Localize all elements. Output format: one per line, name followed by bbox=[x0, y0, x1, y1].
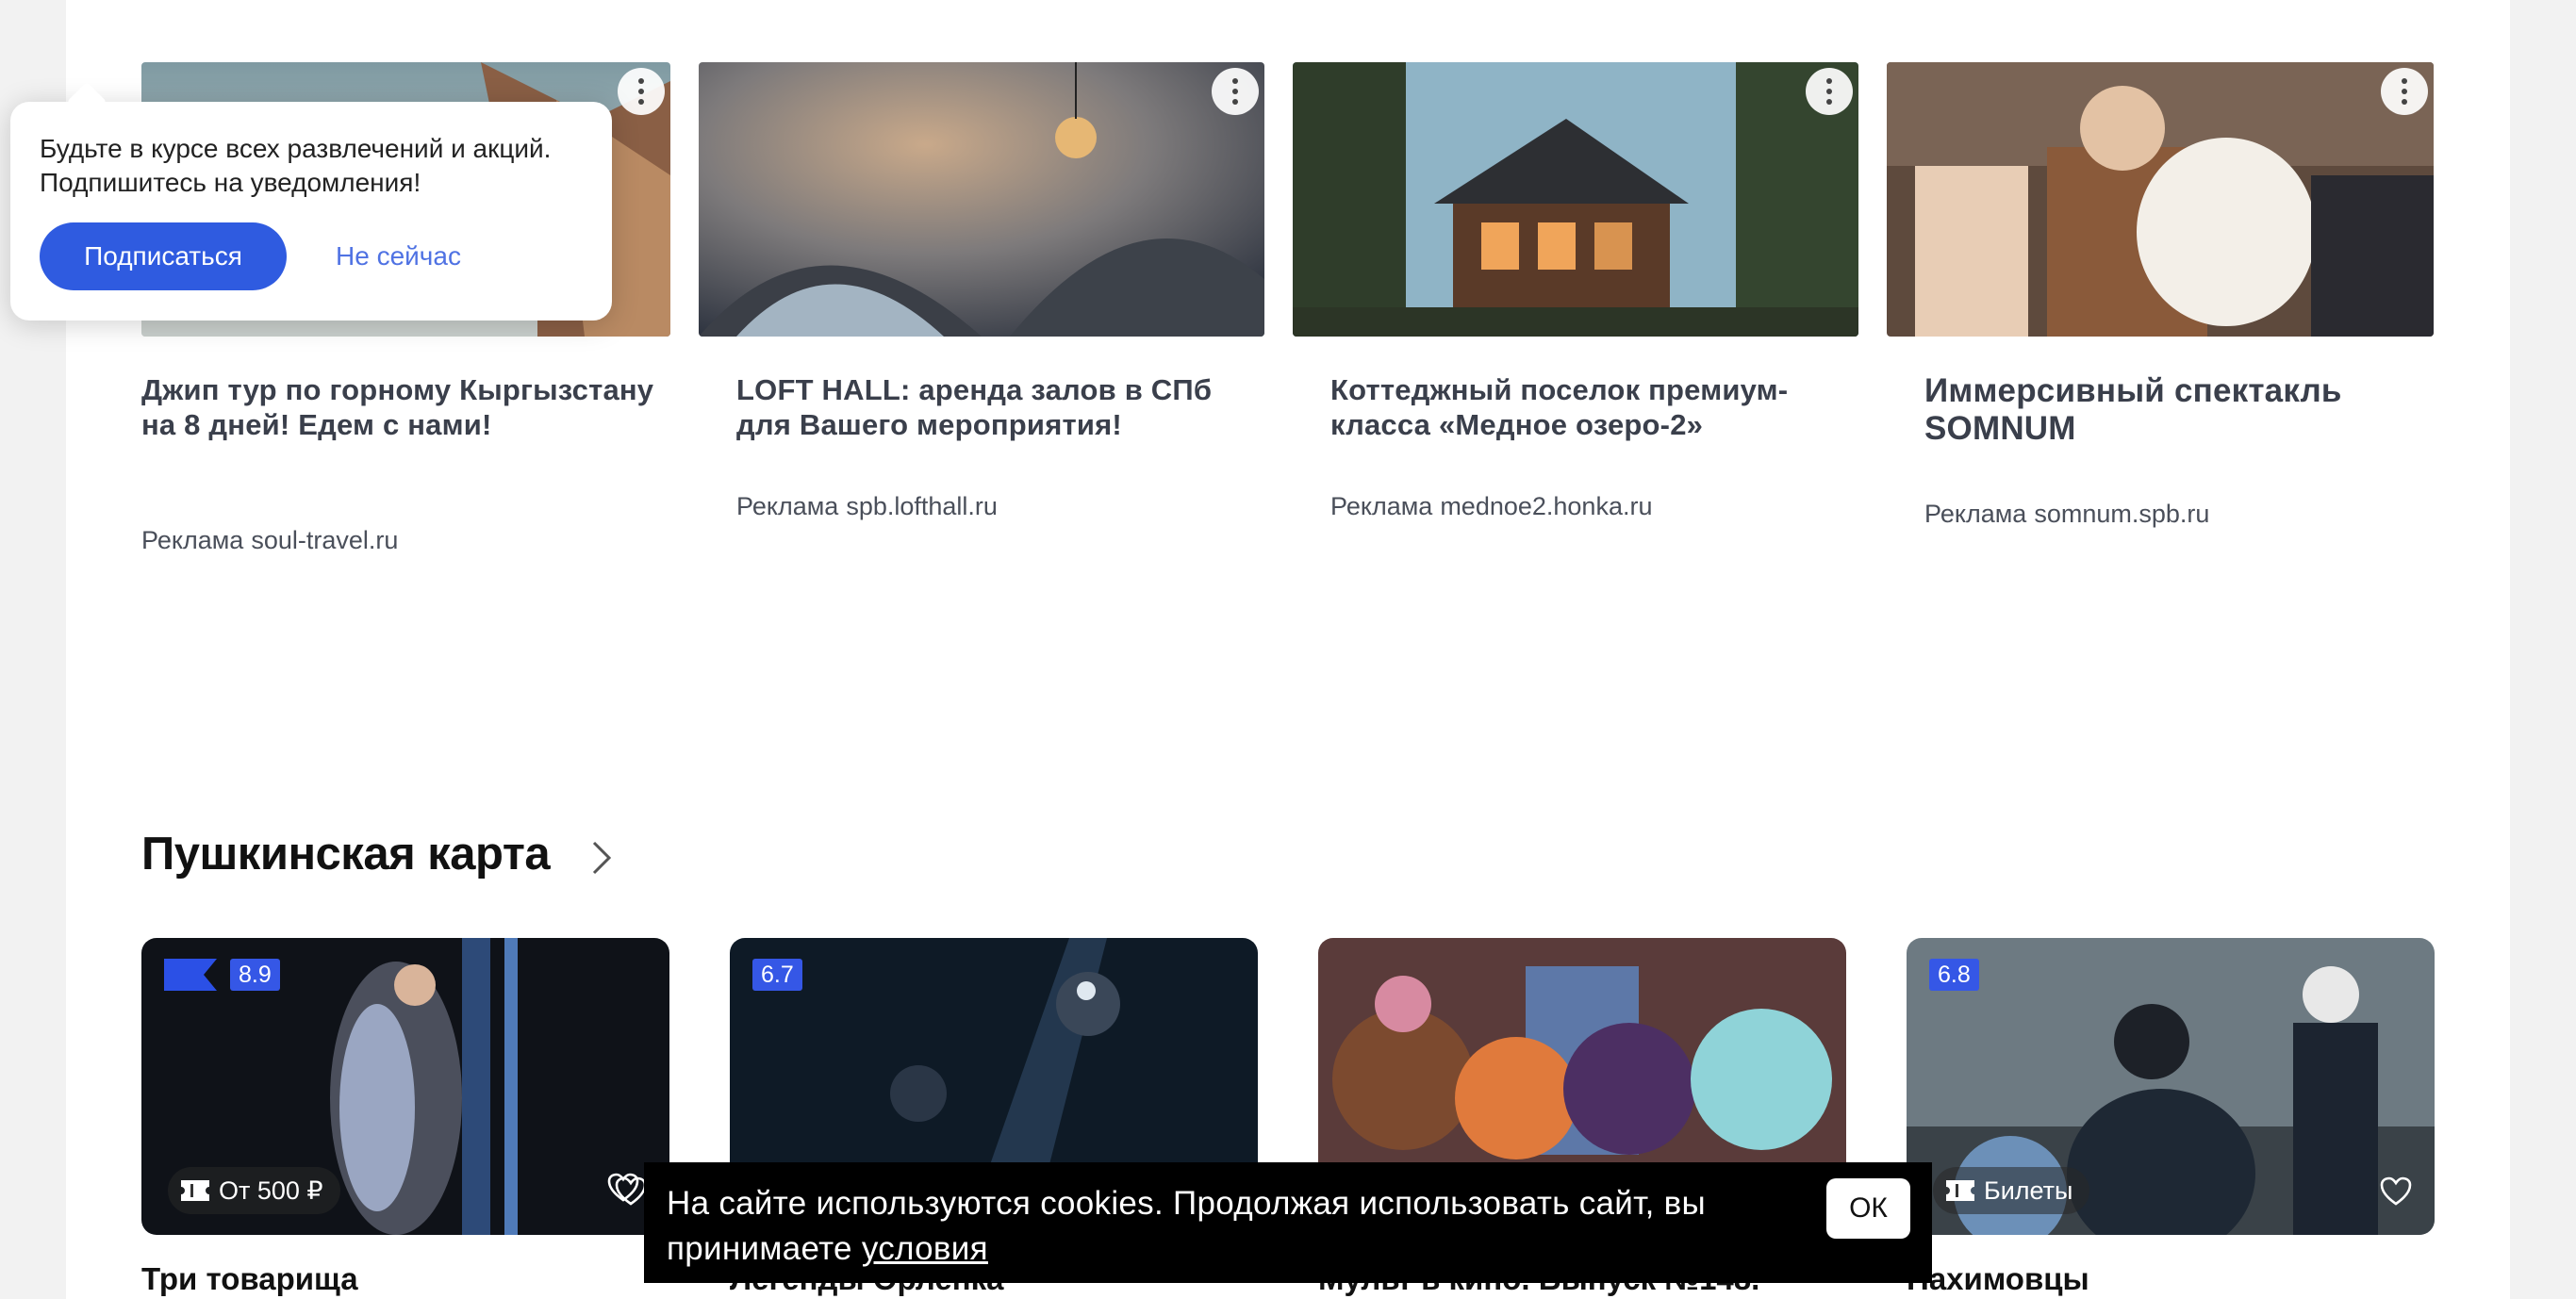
movie-title[interactable]: Три товарища bbox=[141, 1261, 358, 1297]
terms-link[interactable]: условия bbox=[862, 1230, 988, 1267]
ad-image[interactable] bbox=[1293, 62, 1858, 337]
movie-card[interactable]: 8.9 От 500 ₽ bbox=[141, 938, 669, 1235]
ad-source[interactable]: Реклама somnum.spb.ru bbox=[1924, 500, 2209, 529]
ticket-price: От 500 ₽ bbox=[219, 1176, 323, 1205]
cookie-message: На сайте используются cookies. Продолжая… bbox=[667, 1185, 1706, 1267]
rating-badge: 6.7 bbox=[752, 959, 802, 991]
ad-domain[interactable]: spb.lofthall.ru bbox=[846, 492, 998, 520]
ad-label: Реклама bbox=[1924, 500, 2027, 528]
ad-title[interactable]: Джип тур по горному Кыргызстану на 8 дне… bbox=[141, 372, 670, 442]
ad-title[interactable]: LOFT HALL: аренда залов в СПб для Вашего… bbox=[699, 372, 1264, 442]
notification-popup: Будьте в курсе всех развлечений и акций.… bbox=[10, 102, 612, 321]
ad-card[interactable]: LOFT HALL: аренда залов в СПб для Вашего… bbox=[699, 62, 1264, 520]
ticket-price-pill[interactable]: От 500 ₽ bbox=[168, 1167, 340, 1214]
ad-photo-cottage bbox=[1293, 62, 1858, 337]
subscribe-button[interactable]: Подписаться bbox=[40, 222, 287, 290]
tickets-label: Билеты bbox=[1984, 1176, 2073, 1205]
ticket-icon bbox=[1946, 1180, 1974, 1201]
tickets-pill[interactable]: Билеты bbox=[1933, 1167, 2090, 1214]
cookie-text: На сайте используются cookies. Продолжая… bbox=[667, 1181, 1723, 1272]
section-title[interactable]: Пушкинская карта bbox=[141, 828, 551, 880]
chevron-right-icon[interactable] bbox=[583, 837, 620, 879]
ad-source[interactable]: Реклама spb.lofthall.ru bbox=[736, 492, 998, 521]
movie-card[interactable]: 6.8 Билеты bbox=[1907, 938, 2435, 1235]
ad-label: Реклама bbox=[141, 526, 244, 554]
ad-image[interactable] bbox=[1887, 62, 2434, 337]
ad-photo-somnum bbox=[1887, 62, 2434, 337]
notification-text: Будьте в курсе всех развлечений и акций.… bbox=[40, 134, 552, 197]
ad-domain[interactable]: mednoe2.honka.ru bbox=[1440, 492, 1652, 520]
rating-badge: 8.9 bbox=[230, 959, 280, 991]
ad-source[interactable]: Реклама soul-travel.ru bbox=[141, 526, 398, 555]
more-options-icon[interactable] bbox=[1806, 68, 1853, 115]
ad-domain[interactable]: somnum.spb.ru bbox=[2034, 500, 2209, 528]
more-options-icon[interactable] bbox=[2381, 68, 2428, 115]
ad-title[interactable]: Коттеджный поселок премиум-класса «Медно… bbox=[1293, 372, 1858, 442]
favorite-heart-icon[interactable] bbox=[607, 1173, 639, 1203]
ticket-icon bbox=[181, 1180, 209, 1201]
ad-label: Реклама bbox=[736, 492, 839, 520]
ad-card[interactable]: Иммерсивный спектакль SOMNUM Реклама somn… bbox=[1887, 62, 2434, 528]
not-now-button[interactable]: Не сейчас bbox=[336, 241, 461, 271]
favorite-heart-icon[interactable] bbox=[2380, 1176, 2412, 1207]
ad-photo-loft-hall bbox=[699, 62, 1264, 337]
ad-card[interactable]: Коттеджный поселок премиум-класса «Медно… bbox=[1293, 62, 1858, 520]
movie-title[interactable]: Нахимовцы bbox=[1907, 1261, 2089, 1297]
more-options-icon[interactable] bbox=[1212, 68, 1259, 115]
cookie-banner: На сайте используются cookies. Продолжая… bbox=[644, 1162, 1932, 1283]
ad-image[interactable] bbox=[699, 62, 1264, 337]
rating-badge: 6.8 bbox=[1929, 959, 1979, 991]
kinopoisk-logo-icon bbox=[164, 959, 217, 991]
ad-title[interactable]: Иммерсивный спектакль SOMNUM bbox=[1887, 372, 2434, 448]
cookie-ok-button[interactable]: ОК bbox=[1826, 1178, 1910, 1239]
ad-label: Реклама bbox=[1330, 492, 1433, 520]
ad-source[interactable]: Реклама mednoe2.honka.ru bbox=[1330, 492, 1652, 521]
more-options-icon[interactable] bbox=[618, 68, 665, 115]
ad-domain[interactable]: soul-travel.ru bbox=[251, 526, 398, 554]
